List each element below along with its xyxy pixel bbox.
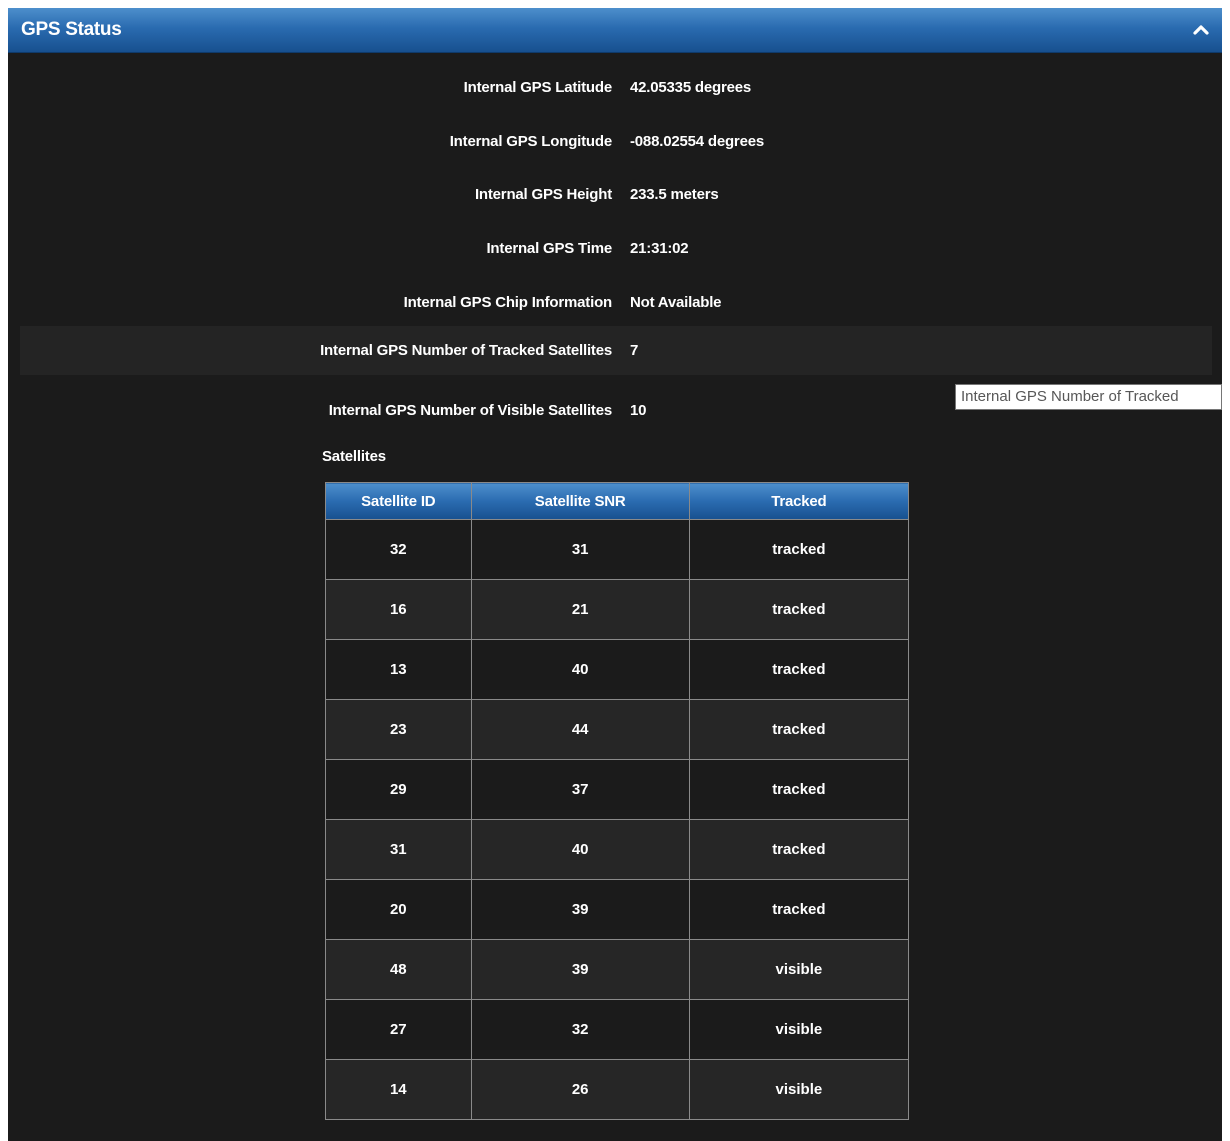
info-label: Internal GPS Longitude (449, 133, 612, 150)
table-row: 29 37 tracked (325, 759, 910, 820)
info-value: 10 (630, 402, 647, 419)
cell-tracked: tracked (688, 759, 910, 820)
cell-satellite-id: 23 (325, 699, 472, 760)
cell-satellite-id: 20 (325, 879, 472, 940)
info-row-chip-information: Internal GPS Chip Information Not Availa… (20, 280, 1212, 328)
cell-satellite-snr: 21 (470, 579, 690, 640)
cell-satellite-id: 32 (325, 519, 472, 580)
gps-status-panel: GPS Status Internal GPS Latitude 42.0533… (8, 8, 1222, 1141)
info-row-latitude: Internal GPS Latitude 42.05335 degrees (20, 65, 1212, 113)
info-label: Internal GPS Height (474, 186, 612, 203)
info-value: -088.02554 degrees (630, 133, 765, 150)
cell-satellite-snr: 39 (470, 939, 690, 1000)
table-row: 20 39 tracked (325, 879, 910, 940)
satellites-table: Satellite ID Satellite SNR Tracked 32 31… (325, 482, 910, 1120)
info-row-time: Internal GPS Time 21:31:02 (20, 226, 1212, 274)
table-row: 27 32 visible (325, 999, 910, 1060)
info-row-tracked-satellites[interactable]: Internal GPS Number of Tracked Satellite… (20, 326, 1212, 375)
column-header-tracked[interactable]: Tracked (688, 482, 910, 520)
info-label: Internal GPS Time (486, 240, 612, 257)
cell-satellite-snr: 44 (470, 699, 690, 760)
cell-tracked: tracked (688, 579, 910, 640)
chevron-up-icon[interactable] (1190, 19, 1212, 41)
cell-tracked: visible (688, 1059, 910, 1120)
cell-tracked: tracked (688, 519, 910, 580)
info-row-longitude: Internal GPS Longitude -088.02554 degree… (20, 119, 1212, 167)
table-row: 48 39 visible (325, 939, 910, 1000)
table-row: 31 40 tracked (325, 819, 910, 880)
table-row: 14 26 visible (325, 1059, 910, 1120)
panel-header[interactable]: GPS Status (8, 8, 1222, 53)
panel-title: GPS Status (21, 19, 122, 40)
cell-satellite-snr: 26 (470, 1059, 690, 1120)
cell-satellite-id: 48 (325, 939, 472, 1000)
cell-satellite-snr: 37 (470, 759, 690, 820)
cell-satellite-id: 14 (325, 1059, 472, 1120)
cell-tracked: tracked (688, 639, 910, 700)
table-row: 32 31 tracked (325, 519, 910, 580)
info-value: Not Available (630, 294, 722, 311)
column-header-satellite-id[interactable]: Satellite ID (325, 482, 472, 520)
cell-satellite-id: 16 (325, 579, 472, 640)
cell-satellite-id: 29 (325, 759, 472, 820)
cell-tracked: tracked (688, 819, 910, 880)
cell-satellite-snr: 40 (470, 639, 690, 700)
info-row-height: Internal GPS Height 233.5 meters (20, 172, 1212, 220)
cell-satellite-id: 27 (325, 999, 472, 1060)
table-row: 16 21 tracked (325, 579, 910, 640)
cell-satellite-snr: 31 (470, 519, 690, 580)
table-row: 23 44 tracked (325, 699, 910, 760)
info-value: 21:31:02 (630, 240, 689, 257)
cell-satellite-snr: 40 (470, 819, 690, 880)
info-label: Internal GPS Number of Tracked Satellite… (320, 342, 612, 359)
info-value: 7 (630, 342, 639, 359)
cell-tracked: visible (688, 999, 910, 1060)
satellites-heading: Satellites (322, 448, 386, 465)
cell-tracked: tracked (688, 699, 910, 760)
column-header-satellite-snr[interactable]: Satellite SNR (470, 482, 690, 520)
table-row: 13 40 tracked (325, 639, 910, 700)
cell-satellite-id: 31 (325, 819, 472, 880)
table-header-row: Satellite ID Satellite SNR Tracked (325, 482, 910, 520)
cell-tracked: visible (688, 939, 910, 1000)
cell-tracked: tracked (688, 879, 910, 940)
tooltip: Internal GPS Number of Tracked (955, 384, 1222, 410)
info-label: Internal GPS Chip Information (403, 294, 613, 311)
info-label: Internal GPS Number of Visible Satellite… (328, 402, 612, 419)
info-value: 233.5 meters (630, 186, 719, 203)
info-label: Internal GPS Latitude (463, 79, 613, 96)
info-value: 42.05335 degrees (630, 79, 752, 96)
cell-satellite-id: 13 (325, 639, 472, 700)
cell-satellite-snr: 39 (470, 879, 690, 940)
cell-satellite-snr: 32 (470, 999, 690, 1060)
